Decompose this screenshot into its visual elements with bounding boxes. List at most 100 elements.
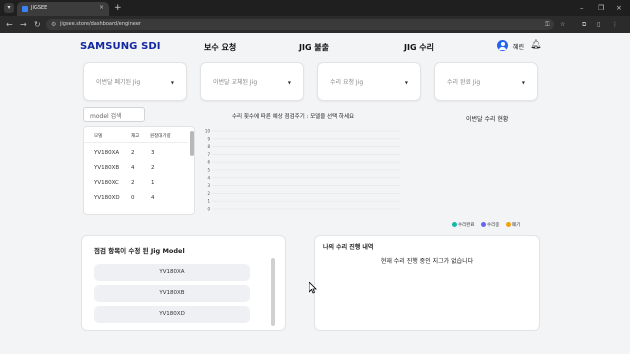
col-header-stock: 재고 [131,134,140,139]
inventory-table: 모델 재고 원정대기량 YV180XA 2 3 YV180XB 4 2 YV18… [83,126,195,215]
monthly-repair-title: 이번달 수리 현황 [466,116,509,123]
y-tick-label: 7 [207,152,210,157]
y-tick-label: 6 [207,160,210,165]
y-tick-label: 8 [207,144,210,149]
caret-down-icon: ▼ [287,80,291,85]
model-button[interactable]: YV180XA [94,264,250,281]
chart-title: 수리 횟수에 따른 예상 점검주기 : 모델을 선택 하세요 [232,114,355,120]
browser-tab[interactable]: JIGSEE × [17,2,109,16]
inspection-cycle-chart: 109876543210 [205,129,400,212]
cell-stock: 4 [131,165,135,171]
table-row[interactable]: YV180XB 4 2 [84,162,188,176]
selector-disposed-jig[interactable]: 이번달 폐기된 Jig ▼ [83,62,187,101]
nav-jig-release[interactable]: JIG 불출 [299,42,329,53]
caret-down-icon: ▼ [170,80,174,85]
url-bar[interactable]: ⚙ jigsee.store/dashboard/engineer [46,19,554,30]
bookmark-star-icon[interactable]: ☆ [560,20,565,29]
table-row[interactable]: YV180XC 2 1 [84,177,188,191]
model-button[interactable]: YV180XD [94,306,250,323]
cell-stock: 0 [131,195,135,201]
y-tick-label: 9 [207,136,210,141]
selector-label: 이번달 교체된 Jig [213,79,258,86]
tab-title: JIGSEE [31,5,48,11]
modified-models-title: 점검 항목이 수정 된 Jig Model [94,247,185,255]
cell-model: YV180XB [94,165,120,171]
legend-label: 수리중 [487,223,500,228]
legend-dot-icon [506,222,511,227]
legend-label: 수리완료 [458,223,475,228]
selector-repair-request-jig[interactable]: 수리 요청 Jig ▼ [317,62,421,101]
legend-dot-icon [481,222,486,227]
legend-disposed[interactable]: 폐기 [506,222,520,228]
legend-dot-icon [452,222,457,227]
logo[interactable]: SAMSUNG SDI [80,41,161,52]
caret-down-icon: ▼ [521,80,525,85]
sidebar-icon[interactable]: ▯ [597,20,600,29]
favicon-icon [22,6,28,12]
y-tick-label: 4 [207,175,210,180]
cell-waiting: 4 [151,195,155,201]
selector-label: 수리 요청 Jig [330,79,364,86]
model-button-label: YV180XA [159,269,185,275]
user-name[interactable]: 혜린 [513,42,524,51]
cell-waiting: 2 [151,165,155,171]
nav-repair-request[interactable]: 보수 요청 [204,42,236,53]
cell-stock: 2 [131,180,135,186]
table-row[interactable]: YV180XD 0 4 [84,192,188,206]
y-tick-label: 0 [207,207,210,212]
model-button-label: YV180XD [159,311,185,317]
address-bar-row: ← → ↻ ⚙ jigsee.store/dashboard/engineer … [0,16,630,33]
model-button-label: YV180XB [159,290,185,296]
selector-replaced-jig[interactable]: 이번달 교체된 Jig ▼ [200,62,304,101]
close-tab-icon[interactable]: × [99,4,104,11]
new-tab-icon[interactable]: + [114,2,122,14]
model-search-input[interactable]: model 검색 [83,107,145,122]
bell-icon[interactable]: 🔔︎ [530,39,541,51]
cell-stock: 2 [131,150,135,156]
browser-tab-bar: ▾ JIGSEE × + – ❐ × [0,0,630,16]
legend-label: 폐기 [512,223,521,228]
caret-down-icon: ▼ [404,80,408,85]
cell-model: YV180XC [94,180,119,186]
translate-icon[interactable]: ⚿ [545,20,550,29]
forward-icon[interactable]: → [20,19,27,30]
empty-message: 현재 수리 진행 중인 지그가 없습니다 [380,258,474,265]
selector-label: 이번달 폐기된 Jig [96,79,141,86]
browser-menu-icon[interactable]: ⋮ [612,20,618,29]
y-tick-label: 10 [205,129,211,134]
back-icon[interactable]: ← [6,19,13,30]
col-header-model: 모델 [94,134,103,139]
cell-waiting: 1 [151,180,155,186]
repair-history-card: 나의 수리 진행 내역 현재 수리 진행 중인 지그가 없습니다 [314,235,540,331]
window-close-icon[interactable]: × [616,2,622,14]
legend-repairing[interactable]: 수리중 [481,222,499,228]
minimize-icon[interactable]: – [580,2,584,14]
reload-icon[interactable]: ↻ [34,19,41,30]
dashboard: SAMSUNG SDI 보수 요청 JIG 불출 JIG 수리 혜린 🔔︎ 이번… [0,33,630,354]
selector-repair-complete-jig[interactable]: 수리 완료 Jig ▼ [434,62,538,101]
model-button[interactable]: YV180XB [94,285,250,302]
legend-repair-complete[interactable]: 수리완료 [452,222,475,228]
extensions-icon[interactable]: ⧉ [582,20,586,29]
selector-label: 수리 완료 Jig [447,79,481,86]
y-tick-label: 1 [207,199,210,204]
user-icon[interactable] [497,40,508,51]
tab-search-icon[interactable]: ▾ [4,3,14,13]
y-tick-label: 3 [207,183,210,188]
modified-models-card: 점검 항목이 수정 된 Jig Model YV180XA YV180XB YV… [81,235,286,331]
y-tick-label: 2 [207,191,210,196]
cell-model: YV180XD [94,195,120,201]
mouse-cursor-icon [309,282,317,294]
models-scrollbar[interactable] [271,258,275,326]
col-header-waiting: 원정대기량 [150,134,171,139]
table-header: 모델 재고 원정대기량 [84,127,188,143]
site-info-icon[interactable]: ⚙ [51,20,56,29]
restore-icon[interactable]: ❐ [598,2,604,14]
url-text[interactable]: jigsee.store/dashboard/engineer [60,21,141,28]
repair-history-title: 나의 수리 진행 내역 [323,244,374,251]
table-scrollbar[interactable] [190,131,194,156]
nav-jig-repair[interactable]: JIG 수리 [404,42,434,53]
cell-waiting: 3 [151,150,155,156]
table-row[interactable]: YV180XA 2 3 [84,147,188,161]
search-placeholder: model 검색 [90,113,122,120]
